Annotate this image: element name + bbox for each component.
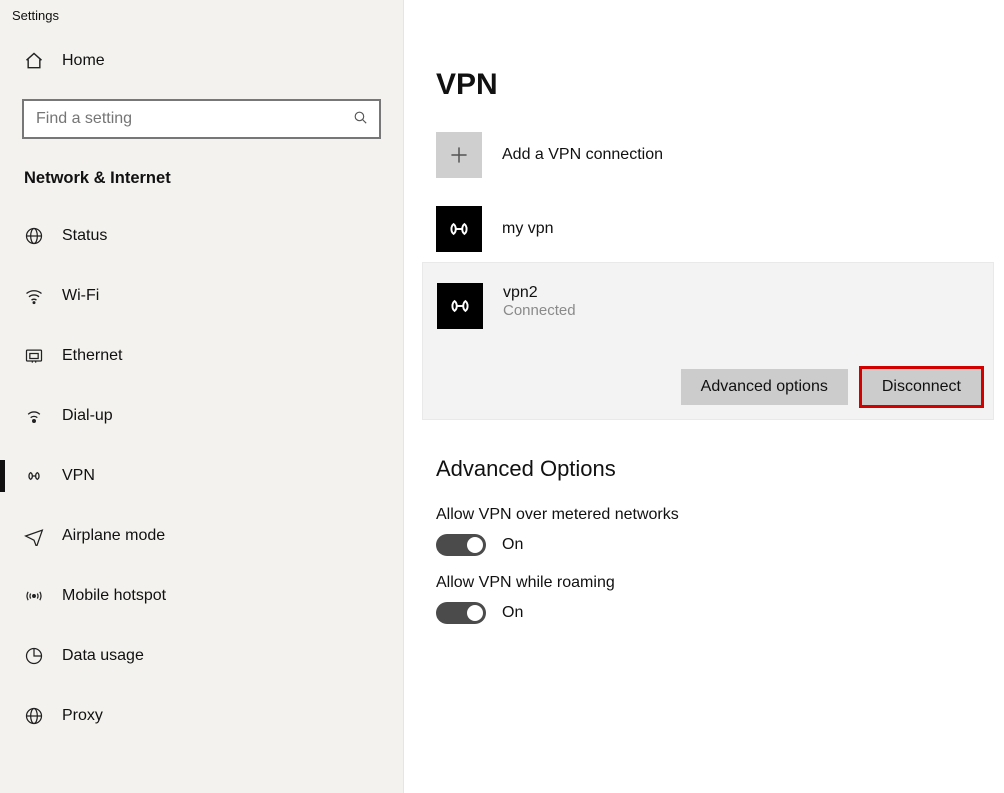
home-nav[interactable]: Home — [0, 41, 403, 81]
vpn-icon — [24, 466, 44, 486]
sidebar-item-label: Data usage — [44, 647, 144, 665]
option-label: Allow VPN while roaming — [404, 566, 1004, 598]
sidebar-item-label: Wi-Fi — [44, 287, 99, 305]
vpn-connection-card-selected[interactable]: vpn2 Connected Advanced options Disconne… — [422, 262, 994, 420]
vpn-tile-icon — [436, 206, 482, 252]
sidebar-item-vpn[interactable]: VPN — [0, 446, 403, 506]
sidebar-item-label: Mobile hotspot — [44, 587, 166, 605]
sidebar-item-label: Status — [44, 227, 107, 245]
airplane-icon — [24, 526, 44, 546]
advanced-options-heading: Advanced Options — [404, 420, 1004, 498]
wifi-icon — [24, 286, 44, 306]
sidebar-item-label: VPN — [44, 467, 95, 485]
vpn-name: my vpn — [502, 220, 554, 238]
ethernet-icon — [24, 346, 44, 366]
sidebar-item-wifi[interactable]: Wi-Fi — [0, 266, 403, 326]
add-vpn-label: Add a VPN connection — [502, 146, 663, 164]
dialup-icon — [24, 406, 44, 426]
sidebar: Settings Home Network & Internet — [0, 0, 404, 793]
sidebar-item-datausage[interactable]: Data usage — [0, 626, 403, 686]
sidebar-item-ethernet[interactable]: Ethernet — [0, 326, 403, 386]
sidebar-item-status[interactable]: Status — [0, 206, 403, 266]
hotspot-icon — [24, 586, 44, 606]
home-icon — [24, 51, 44, 71]
proxy-icon — [24, 706, 44, 726]
window-title: Settings — [0, 6, 403, 41]
sidebar-item-label: Airplane mode — [44, 527, 165, 545]
page-title: VPN — [404, 0, 1004, 126]
sidebar-item-label: Proxy — [44, 707, 103, 725]
sidebar-item-proxy[interactable]: Proxy — [0, 686, 403, 746]
vpn-status: Connected — [503, 302, 576, 320]
option-label: Allow VPN over metered networks — [404, 498, 1004, 530]
sidebar-category: Network & Internet — [0, 155, 403, 206]
toggle-state: On — [502, 536, 523, 554]
search-icon — [352, 109, 369, 130]
toggle-state: On — [502, 604, 523, 622]
sidebar-item-airplane[interactable]: Airplane mode — [0, 506, 403, 566]
sidebar-item-dialup[interactable]: Dial-up — [0, 386, 403, 446]
vpn-name: vpn2 — [503, 283, 576, 302]
sidebar-item-label: Ethernet — [44, 347, 122, 365]
vpn-connection-item[interactable]: my vpn — [404, 200, 1004, 258]
vpn-tile-icon — [437, 283, 483, 329]
sidebar-nav: Status Wi-Fi Ethernet — [0, 206, 403, 746]
globe-icon — [24, 226, 44, 246]
add-vpn-connection[interactable]: Add a VPN connection — [404, 126, 1004, 184]
datausage-icon — [24, 646, 44, 666]
sidebar-item-label: Dial-up — [44, 407, 113, 425]
roaming-toggle[interactable] — [436, 602, 486, 624]
search-box[interactable] — [22, 99, 381, 139]
plus-icon — [436, 132, 482, 178]
search-input[interactable] — [34, 109, 352, 129]
advanced-options-button[interactable]: Advanced options — [681, 369, 848, 405]
main-content: VPN Add a VPN connection my vpn — [404, 0, 1004, 793]
disconnect-button[interactable]: Disconnect — [862, 369, 981, 405]
metered-toggle[interactable] — [436, 534, 486, 556]
sidebar-item-hotspot[interactable]: Mobile hotspot — [0, 566, 403, 626]
home-label: Home — [44, 52, 105, 70]
